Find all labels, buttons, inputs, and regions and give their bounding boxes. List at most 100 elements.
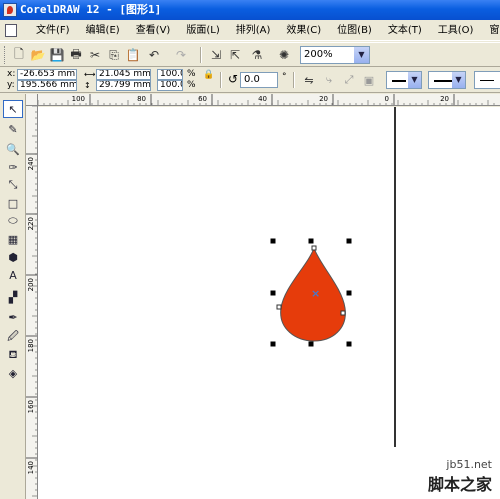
standard-toolbar: 🗋 📂 💾 🖶 ✂ ⎘ 📋 ↶ ↷ ⇲ ⇱ ⚗ ✺ 200% ▼	[0, 42, 500, 67]
rotation-field[interactable]: 0.0	[240, 72, 278, 88]
menu-item[interactable]: 编辑(E)	[78, 20, 128, 40]
basic-shapes-tool-icon[interactable]: ⬢	[3, 248, 23, 266]
node-edit-icon[interactable]: ⤢	[340, 71, 358, 89]
scale-x-field[interactable]: 100.0	[157, 69, 183, 80]
menu-item[interactable]: 位图(B)	[329, 20, 380, 40]
outline-tool-icon[interactable]: 🖉	[3, 328, 23, 346]
rotation-center-icon[interactable]: ×	[311, 287, 320, 300]
ruler-origin[interactable]	[26, 94, 38, 106]
ruler-tick-label: 200	[27, 278, 35, 291]
node-handle[interactable]	[276, 304, 282, 310]
ruler-tick-label: 80	[137, 95, 146, 103]
y-position-field[interactable]: 195.566 mm	[17, 80, 77, 91]
print-icon[interactable]: 🖶	[67, 46, 85, 64]
convert-curves-icon[interactable]: ⤷	[320, 71, 338, 89]
property-bar: x: y: -26.653 mm 195.566 mm ⟷ ↕ 21.045 m…	[0, 68, 500, 93]
pick-tool-icon[interactable]: ↖	[3, 100, 23, 118]
chevron-down-icon[interactable]: ▼	[408, 72, 421, 88]
freehand-tool-icon[interactable]: ✑	[3, 158, 23, 176]
toolbar-grip[interactable]	[4, 46, 7, 64]
cut-icon[interactable]: ✂	[86, 46, 104, 64]
zoom-value: 200%	[304, 49, 333, 60]
selection-handle[interactable]	[270, 290, 276, 296]
ruler-tick-label: 140	[27, 461, 35, 474]
new-document-icon[interactable]: 🗋	[10, 46, 28, 64]
menu-item[interactable]: 文本(T)	[380, 20, 430, 40]
menu-item[interactable]: 窗口	[481, 20, 500, 40]
height-field[interactable]: 29.799 mm	[96, 80, 151, 91]
open-icon[interactable]: 📂	[29, 46, 47, 64]
selection-handle[interactable]	[270, 341, 276, 347]
drawing-canvas[interactable]: × jb51.net 脚本之家	[38, 107, 500, 499]
text-tool-icon[interactable]: A	[3, 266, 23, 284]
redo-icon[interactable]: ↷	[172, 46, 190, 64]
document-icon[interactable]	[5, 24, 17, 37]
ruler-tick-label: 100	[72, 95, 85, 103]
paste-icon[interactable]: 📋	[124, 46, 142, 64]
undo-icon[interactable]: ↶	[145, 46, 163, 64]
mirror-icon[interactable]: ⇋	[300, 71, 318, 89]
ruler-tick-label: 0	[385, 95, 389, 103]
selection-handle[interactable]	[270, 238, 276, 244]
node-handle[interactable]	[311, 245, 317, 251]
rectangle-tool-icon[interactable]: □	[3, 194, 23, 212]
eyedropper-tool-icon[interactable]: ✒	[3, 308, 23, 326]
zoom-tool-icon[interactable]: 🔍	[3, 140, 23, 158]
x-label: x:	[7, 69, 16, 79]
degree-label: °	[282, 72, 287, 82]
menu-bar: 文件(F) 编辑(E) 查看(V) 版面(L) 排列(A) 效果(C) 位图(B) 文本(T)…	[0, 20, 500, 41]
copy-icon[interactable]: ⎘	[105, 46, 123, 64]
line-style-select[interactable]: ▼	[386, 71, 422, 89]
ruler-tick-label: 60	[198, 95, 207, 103]
vertical-ruler[interactable]: 240 220 200 180 160 140	[26, 106, 38, 499]
menu-item[interactable]: 版面(L)	[178, 20, 227, 40]
window-title: CorelDRAW 12 - [图形1]	[20, 3, 162, 16]
graph-paper-tool-icon[interactable]: ▦	[3, 230, 23, 248]
ruler-tick-label: 40	[258, 95, 267, 103]
chevron-down-icon[interactable]: ▼	[452, 72, 465, 88]
interactive-fill-tool-icon[interactable]: ◈	[3, 364, 23, 382]
export-icon[interactable]: ⇱	[226, 46, 244, 64]
shape-tool-icon[interactable]: ✎	[3, 120, 23, 138]
smart-fill-tool-icon[interactable]: ⤡	[3, 176, 23, 194]
menu-item[interactable]: 工具(O)	[430, 20, 482, 40]
percent-label: %	[187, 69, 196, 79]
title-bar: CorelDRAW 12 - [图形1]	[0, 0, 500, 20]
coreldraw-app-icon[interactable]	[3, 3, 17, 17]
drawing-layer: ×	[270, 238, 352, 347]
save-icon[interactable]: 💾	[48, 46, 66, 64]
selection-handle[interactable]	[346, 238, 352, 244]
horizontal-ruler[interactable]: 100 80 60 40 20 0 20	[38, 94, 500, 106]
chevron-down-icon[interactable]: ▼	[354, 47, 369, 63]
menu-item[interactable]: 效果(C)	[278, 20, 329, 40]
selection-handle[interactable]	[308, 341, 314, 347]
outline-width-select[interactable]: ▼	[428, 71, 466, 89]
node-handle[interactable]	[340, 310, 346, 316]
ruler-tick-label: 180	[27, 339, 35, 352]
scale-y-field[interactable]: 100.0	[157, 80, 183, 91]
ruler-tick-label: 20	[440, 95, 449, 103]
interactive-blend-tool-icon[interactable]: ▞	[3, 288, 23, 306]
lock-ratio-icon[interactable]: 🔒	[203, 70, 214, 81]
corel-online-icon[interactable]: ✺	[275, 46, 293, 64]
zoom-level-select[interactable]: 200% ▼	[300, 46, 370, 64]
x-position-field[interactable]: -26.653 mm	[17, 69, 77, 80]
watermark-site: jb51.net	[446, 458, 492, 471]
toolbox: ↖ ✎ 🔍 ✑ ⤡ □ ⬭ ▦ ⬢ A ▞ ✒ 🖉 ⛾ ◈	[0, 94, 26, 499]
width-field[interactable]: 21.045 mm	[96, 69, 151, 80]
selection-handle[interactable]	[346, 290, 352, 296]
arrowhead-select[interactable]	[474, 71, 500, 89]
selection-handle[interactable]	[346, 341, 352, 347]
ellipse-tool-icon[interactable]: ⬭	[3, 212, 23, 230]
ruler-tick-label: 240	[27, 157, 35, 170]
wrap-text-icon[interactable]: ▣	[360, 71, 378, 89]
fill-tool-icon[interactable]: ⛾	[3, 346, 23, 364]
selection-handle[interactable]	[308, 238, 314, 244]
menu-item[interactable]: 查看(V)	[128, 20, 179, 40]
percent-label: %	[187, 80, 196, 90]
watermark: jb51.net 脚本之家	[428, 458, 492, 495]
application-launcher-icon[interactable]: ⚗	[248, 46, 266, 64]
menu-item[interactable]: 文件(F)	[28, 20, 78, 40]
menu-item[interactable]: 排列(A)	[228, 20, 279, 40]
import-icon[interactable]: ⇲	[207, 46, 225, 64]
